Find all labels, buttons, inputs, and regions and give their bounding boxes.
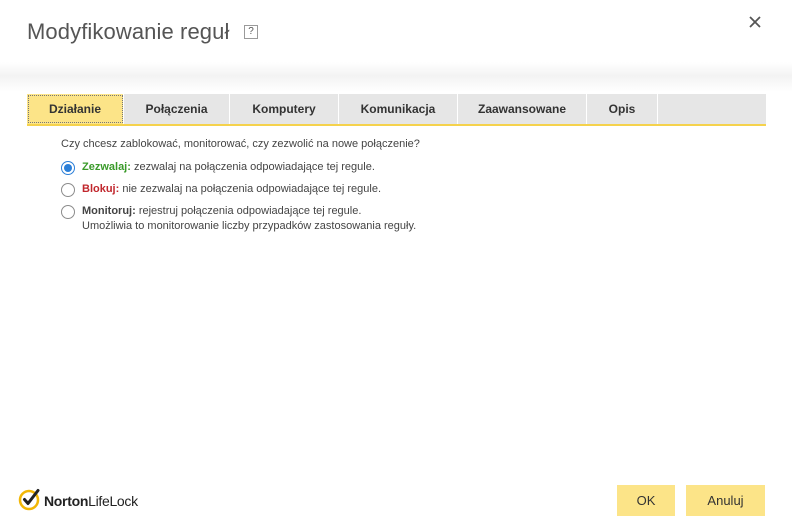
allow-description: zezwalaj na połączenia odpowiadające tej… [133,161,375,173]
action-question: Czy chcesz zablokować, monitorować, czy … [61,138,420,150]
tab-dzialanie[interactable]: Działanie [27,94,124,124]
help-icon[interactable]: ? [244,25,258,39]
monitor-title: Monitoruj: [82,205,136,217]
norton-lifelock-logo: NortonLifeLock [18,487,138,515]
allow-title: Zezwalaj: [82,161,131,173]
tab-polaczenia[interactable]: Połączenia [124,94,230,124]
tab-bar: Działanie Połączenia Komputery Komunikac… [27,94,766,126]
close-icon[interactable] [744,11,766,33]
cancel-button[interactable]: Anuluj [686,485,765,516]
block-radio[interactable] [61,183,75,197]
norton-checkmark-icon [18,487,42,516]
monitor-description-extra: Umożliwia to monitorowanie liczby przypa… [82,220,417,232]
tab-zaawansowane[interactable]: Zaawansowane [458,94,587,124]
logo-text-norton: Norton [44,493,89,509]
option-allow[interactable]: Zezwalaj: zezwalaj na połączenia odpowia… [61,160,761,175]
logo-text-lifelock: LifeLock [88,493,138,509]
ok-button[interactable]: OK [617,485,675,516]
monitor-radio[interactable] [61,205,75,219]
block-title: Blokuj: [82,183,120,195]
block-description: nie zezwalaj na połączenia odpowiadające… [122,183,382,195]
tab-komunikacja[interactable]: Komunikacja [339,94,458,124]
option-block[interactable]: Blokuj: nie zezwalaj na połączenia odpow… [61,182,761,197]
monitor-description: rejestruj połączenia odpowiadające tej r… [138,205,362,217]
action-panel: Czy chcesz zablokować, monitorować, czy … [61,138,761,241]
dialog-title: Modyfikowanie reguł [27,19,230,44]
allow-radio[interactable] [61,161,75,175]
dialog-header [0,0,792,92]
option-monitor[interactable]: Monitoruj: rejestruj połączenia odpowiad… [61,204,761,234]
tab-komputery[interactable]: Komputery [230,94,339,124]
tab-opis[interactable]: Opis [587,94,658,124]
